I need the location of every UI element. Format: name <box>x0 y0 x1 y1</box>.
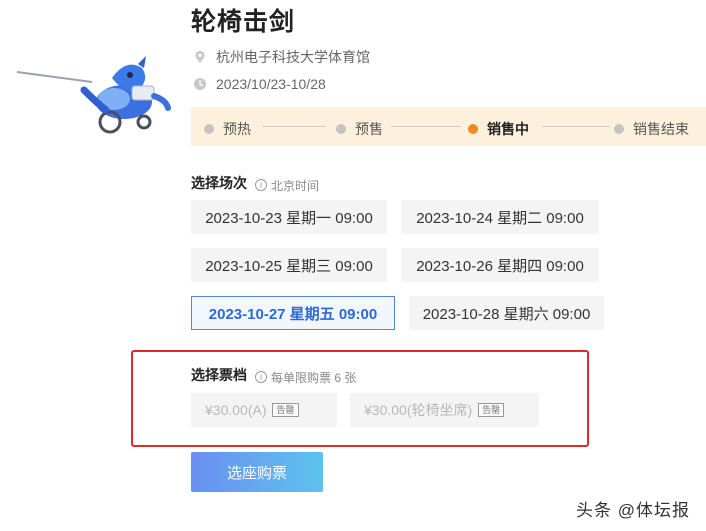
session-section-label: 选择场次 i 北京时间 <box>191 173 319 194</box>
stage-connector <box>262 126 326 127</box>
sales-progress-bar: 预热 预售 销售中 销售结束 <box>191 107 706 146</box>
watermark-text: 头条 @体坛报 <box>576 501 690 520</box>
stage-label: 销售中 <box>487 121 529 137</box>
session-option-selected[interactable]: 2023-10-27 星期五 09:00 <box>191 296 395 330</box>
date-row: 2023/10/23-10/28 <box>193 76 326 92</box>
stage-on-sale: 销售中 <box>468 119 529 139</box>
stage-label: 预售 <box>355 121 383 137</box>
venue-text: 杭州电子科技大学体育馆 <box>216 49 370 65</box>
session-hint: i 北京时间 <box>255 177 319 194</box>
venue-row: 杭州电子科技大学体育馆 <box>193 47 370 67</box>
stage-connector <box>391 126 461 127</box>
clock-icon <box>194 78 206 90</box>
mascot-illustration <box>16 56 171 134</box>
info-icon: i <box>255 179 267 191</box>
stage-preheat: 预热 <box>204 119 251 139</box>
stage-label: 预热 <box>223 121 251 137</box>
select-seat-buy-button[interactable]: 选座购票 <box>191 452 323 492</box>
session-option[interactable]: 2023-10-23 星期一 09:00 <box>191 200 387 234</box>
stage-presale: 预售 <box>336 119 383 139</box>
session-hint-text: 北京时间 <box>271 178 320 193</box>
event-title: 轮椅击剑 <box>191 8 296 36</box>
stage-dot-active <box>468 124 478 134</box>
stage-label: 销售结束 <box>633 121 689 137</box>
stage-dot <box>336 124 346 134</box>
stage-dot <box>204 124 214 134</box>
stage-dot <box>614 124 624 134</box>
ticket-highlight-box <box>131 350 589 447</box>
session-label-text: 选择场次 <box>191 175 247 191</box>
stage-connector <box>542 126 610 127</box>
session-option[interactable]: 2023-10-28 星期六 09:00 <box>409 296 604 330</box>
stage-sale-ended: 销售结束 <box>614 119 689 139</box>
session-option[interactable]: 2023-10-24 星期二 09:00 <box>401 200 599 234</box>
location-pin-icon <box>195 51 205 63</box>
session-option[interactable]: 2023-10-26 星期四 09:00 <box>401 248 599 282</box>
date-text: 2023/10/23-10/28 <box>216 76 326 92</box>
session-option[interactable]: 2023-10-25 星期三 09:00 <box>191 248 387 282</box>
